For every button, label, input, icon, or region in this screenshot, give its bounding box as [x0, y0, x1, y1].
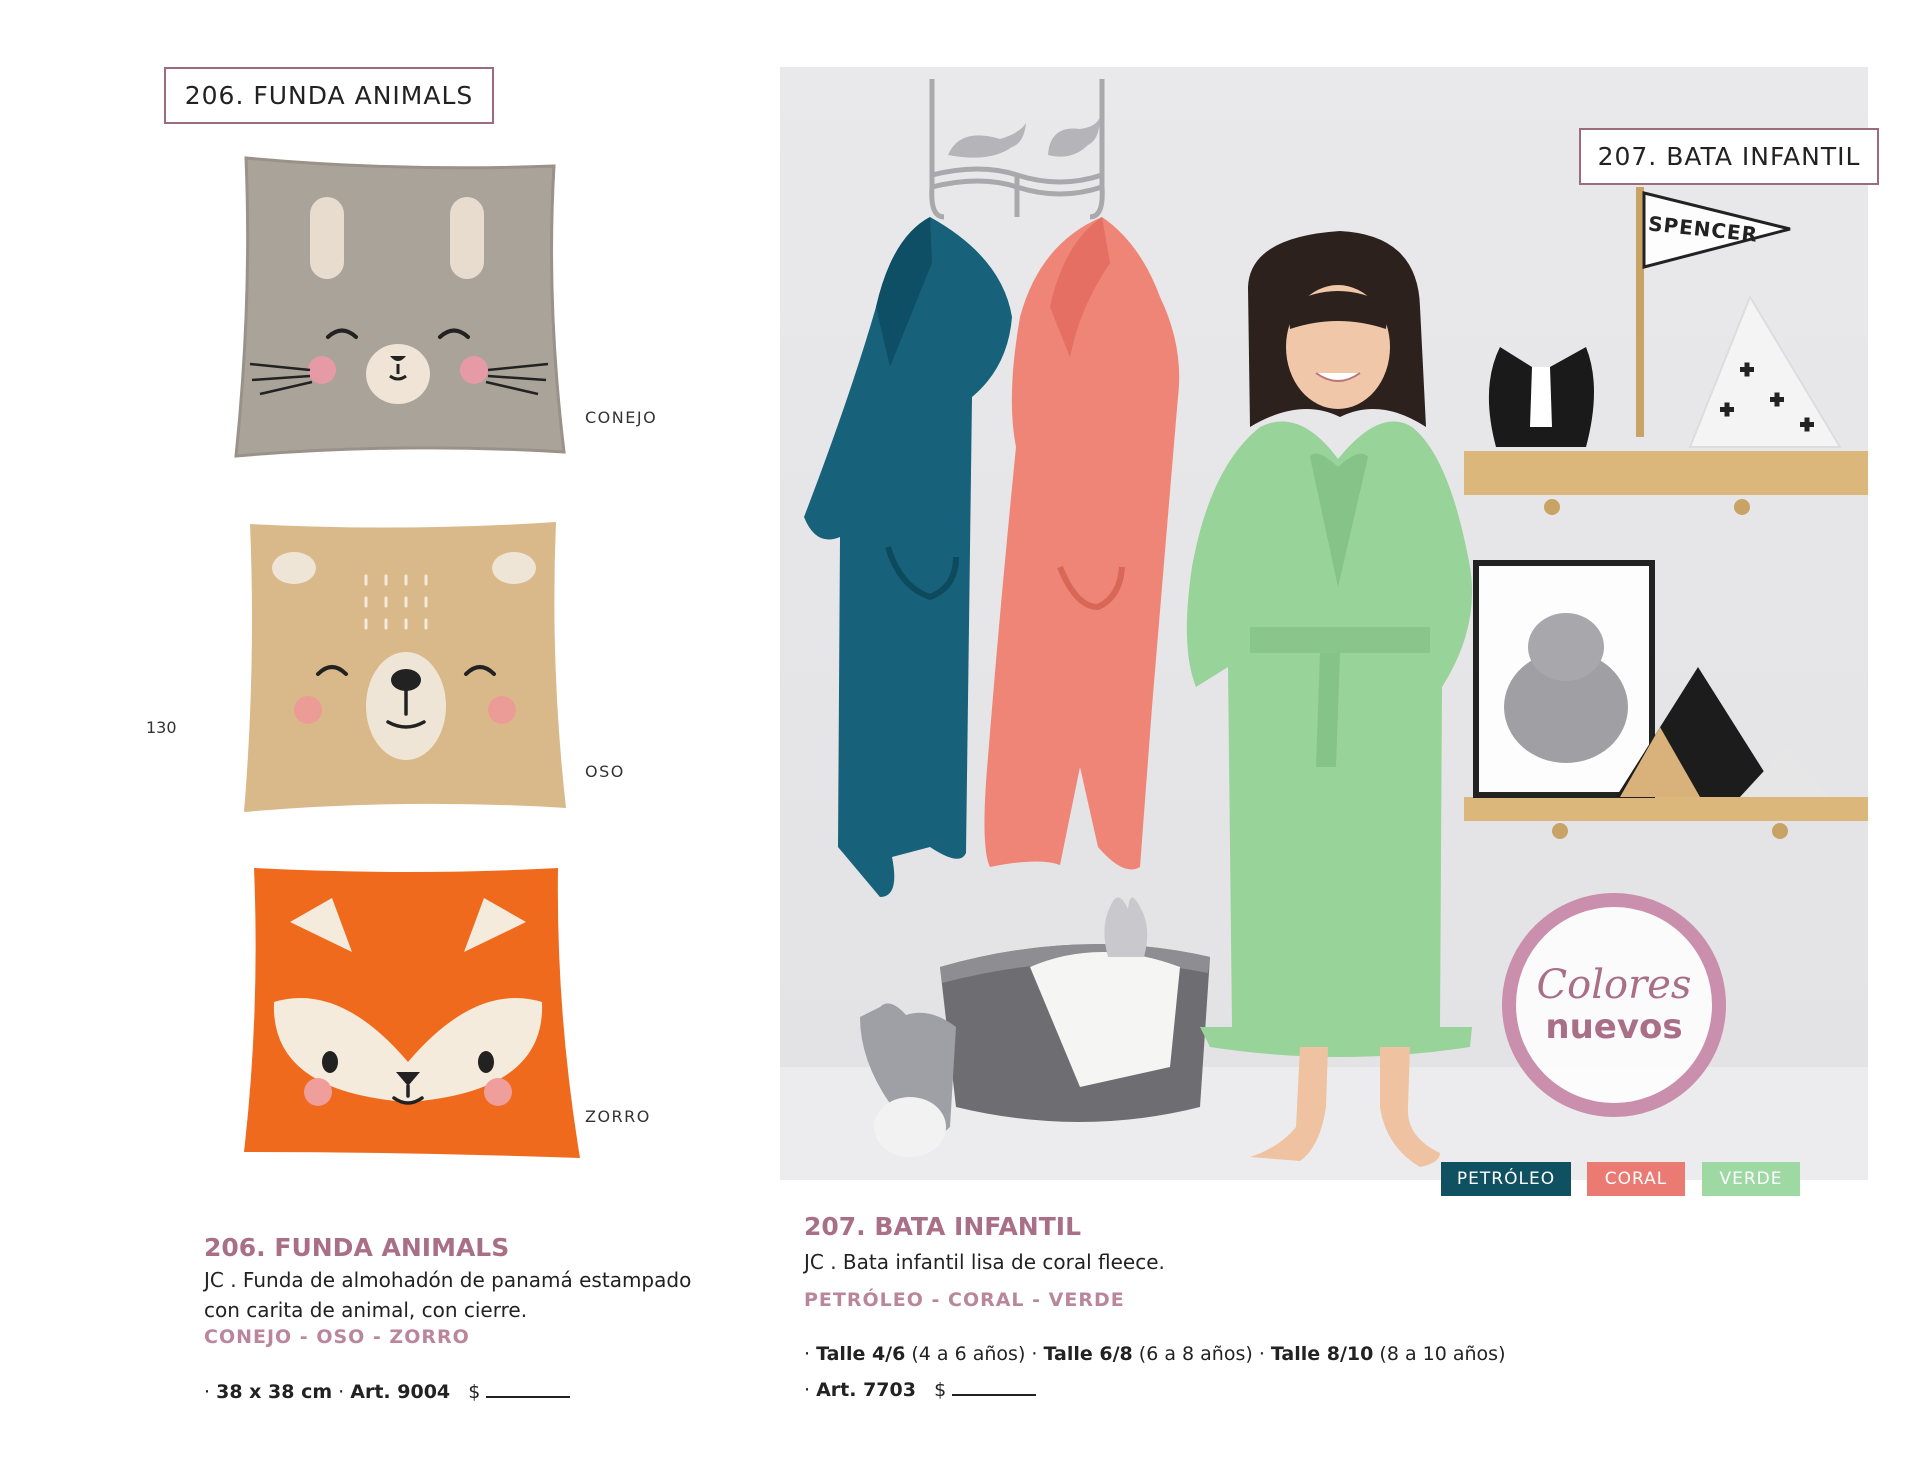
color-chip-petroleo-label: PETRÓLEO [1456, 1169, 1556, 1189]
product-label-207: 207. BATA INFANTIL [1579, 128, 1879, 185]
size-range-3: (8 a 10 años) [1379, 1343, 1506, 1365]
product-colors-206: CONEJO - OSO - ZORRO [204, 1326, 470, 1348]
badge-line2: nuevos [1545, 1007, 1683, 1047]
product-title-207: 207. BATA INFANTIL [804, 1212, 1082, 1241]
color-chip-coral: CORAL [1587, 1162, 1685, 1196]
size-range-1: (4 a 6 años) [911, 1343, 1026, 1365]
product-desc-206-line2: con carita de animal, con cierre. [204, 1298, 528, 1322]
teepee [1688, 294, 1842, 448]
upper-shelf [1464, 451, 1868, 495]
product-desc-207: JC . Bata infantil lisa de coral fleece. [804, 1250, 1165, 1274]
spec-art-207: Art. 7703 [816, 1379, 916, 1401]
size-talle-1: Talle 4/6 [816, 1343, 906, 1365]
pillow-oso-image [244, 522, 566, 812]
product-label-207-text: 207. BATA INFANTIL [1597, 142, 1861, 171]
bunny-toy-face [874, 1097, 946, 1157]
bathrobe-photo: SPENCER Colores nuevos [780, 67, 1868, 1180]
size-talle-2: Talle 6/8 [1043, 1343, 1133, 1365]
new-colors-badge: Colores nuevos [1502, 893, 1726, 1117]
lower-shelf [1464, 797, 1868, 821]
product-spec-207: · Art. 7703 $ [804, 1376, 1037, 1401]
whale-decor-2 [1048, 117, 1100, 157]
page-number: 130 [146, 718, 177, 737]
price-blank-207 [952, 1376, 1037, 1396]
pillow-label-zorro: ZORRO [585, 1107, 651, 1126]
product-colors-207: PETRÓLEO - CORAL - VERDE [804, 1289, 1125, 1311]
product-spec-206: · 38 x 38 cm · Art. 9004 $ [204, 1378, 571, 1403]
price-blank-206 [486, 1378, 571, 1398]
price-currency-206: $ [468, 1381, 481, 1403]
size-talle-3: Talle 8/10 [1270, 1343, 1374, 1365]
color-chip-verde: VERDE [1702, 1162, 1800, 1196]
color-chip-verde-label: VERDE [1719, 1169, 1783, 1189]
product-title-206: 206. FUNDA ANIMALS [204, 1233, 510, 1262]
pillow-label-conejo: CONEJO [585, 408, 658, 427]
size-range-2: (6 a 8 años) [1138, 1343, 1253, 1365]
pillow-label-oso: OSO [585, 762, 625, 781]
plush-bunny [1104, 897, 1148, 957]
spec-art-206: Art. 9004 [350, 1381, 451, 1403]
whale-decor [948, 123, 1026, 158]
product-sizes-207: · Talle 4/6 (4 a 6 años) · Talle 6/8 (6 … [804, 1343, 1506, 1365]
badge-line1: Colores [1536, 962, 1692, 1008]
product-label-206: 206. FUNDA ANIMALS [164, 67, 494, 124]
pillow-zorro-image [244, 868, 580, 1158]
spec-size: 38 x 38 cm [216, 1381, 333, 1403]
price-currency-207: $ [934, 1379, 947, 1401]
color-chip-coral-label: CORAL [1604, 1169, 1668, 1189]
product-desc-206-line1: JC . Funda de almohadón de panamá estamp… [204, 1268, 692, 1292]
color-chip-petroleo: PETRÓLEO [1441, 1162, 1571, 1196]
pillow-conejo-image [234, 156, 566, 458]
product-label-206-text: 206. FUNDA ANIMALS [184, 81, 474, 110]
